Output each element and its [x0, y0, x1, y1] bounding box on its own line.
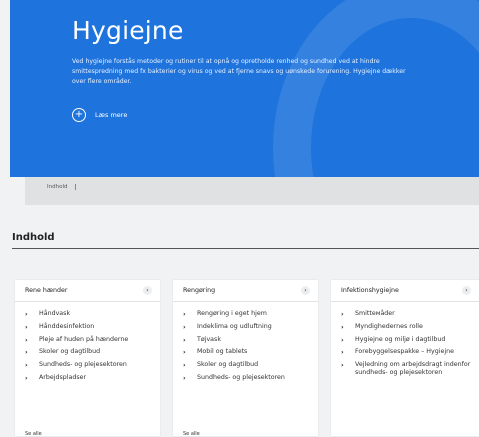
chevron-right-icon: › [25, 373, 28, 382]
list-item[interactable]: › Rengøring i eget hjem [183, 310, 312, 318]
list-item-label: Hånddesinfektion [39, 322, 95, 330]
chevron-right-icon: › [25, 348, 28, 357]
list-item-label: Indeklima og udluftning [197, 322, 272, 330]
list-item-label: Myndighedernes rolle [355, 322, 423, 330]
card-infektionshygiejne: Infektionshygiejne › › Smitteмåder › Myndi… [331, 280, 479, 436]
card-title: Infektionshygiejne [341, 287, 399, 294]
list-item[interactable]: › Hygiejne og miljø i dagtilbud [341, 336, 473, 344]
card-link-list: › Håndvask › Hånddesinfektion › Pleje af hu… [15, 310, 160, 382]
list-item-label: Forebyggelsespakke – Hygiejne [355, 348, 454, 356]
card-link-list: › Rengøring i eget hjem › Indeklima og udl… [173, 310, 318, 382]
list-item-label: Mobil og tablets [197, 348, 248, 356]
list-item[interactable]: › Forebyggelsespakke – Hygiejne [341, 348, 473, 356]
list-item[interactable]: › Hånddesinfektion [25, 323, 154, 331]
card-title: Rene hænder [25, 287, 68, 294]
plus-circle-icon: + [72, 108, 86, 122]
card-title: Rengøring [183, 287, 216, 294]
list-item-label: Sundheds- og plejesektoren [39, 361, 127, 369]
decorative-ring [273, 0, 479, 177]
list-item-label: Tøjvask [197, 335, 221, 343]
section-title: Indhold [12, 232, 55, 243]
list-item[interactable]: › Sundheds- og plejesektoren [183, 374, 312, 382]
card-rene-haender: Rene hænder › › Håndvask › Hånddesinfektio… [15, 280, 160, 437]
list-item[interactable]: › Håndvask [25, 310, 154, 318]
breadcrumb-bar: Indhold [25, 177, 479, 205]
chevron-right-icon: › [183, 310, 186, 318]
card-rengoering: Rengøring › › Rengøring i eget hjem › Inde… [173, 280, 318, 437]
list-item[interactable]: › Skoler og dagtilbud [183, 361, 312, 369]
see-all-link[interactable]: Se alle [25, 431, 42, 437]
see-all-link[interactable]: Se alle [183, 431, 200, 437]
chevron-right-icon: › [341, 361, 344, 370]
card-header[interactable]: Infektionshygiejne › [331, 280, 479, 302]
chevron-right-icon: › [183, 335, 186, 344]
list-item-label: Rengøring i eget hjem [197, 310, 267, 317]
list-item[interactable]: › Indeklima og udluftning [183, 323, 312, 331]
list-item[interactable]: › Tøjvask [183, 336, 312, 344]
chevron-right-icon: › [25, 361, 28, 370]
hero-description: Ved hygiejne forstås metoder og rutiner … [72, 58, 406, 85]
card-header[interactable]: Rene hænder › [15, 280, 160, 302]
list-item[interactable]: › Sundheds- og plejesektoren [25, 361, 154, 369]
chevron-right-icon[interactable]: › [143, 286, 152, 295]
list-item-label: Pleje af huden på hænderne [39, 335, 129, 343]
chevron-right-icon: › [183, 348, 186, 357]
chevron-right-icon: › [25, 310, 28, 318]
list-item-label: Skoler og dagtilbud [39, 348, 101, 356]
list-item-label: Smitteмåder [355, 310, 395, 317]
card-header[interactable]: Rengøring › [173, 280, 318, 302]
page-title: Hygiejne [72, 16, 184, 45]
chevron-right-icon: › [341, 322, 344, 331]
list-item-label: Skoler og dagtilbud [197, 361, 259, 369]
chevron-right-icon: › [183, 322, 186, 331]
breadcrumb-item[interactable]: Indhold [47, 184, 77, 190]
list-item-label: Hygiejne og miljø i dagtilbud [355, 335, 446, 343]
list-item[interactable]: › Myndighedernes rolle [341, 323, 473, 331]
list-item[interactable]: › Skoler og dagtilbud [25, 348, 154, 356]
chevron-right-icon: › [25, 335, 28, 344]
chevron-right-icon: › [341, 310, 344, 318]
read-more-label: Læs mere [95, 111, 128, 119]
chevron-right-icon[interactable]: › [462, 286, 471, 295]
list-item[interactable]: › Vejledning om arbejdsdragt indenfor sun… [341, 361, 473, 377]
chevron-right-icon: › [341, 335, 344, 344]
section-divider [12, 248, 479, 249]
list-item-label: Håndvask [39, 310, 71, 317]
list-item-label: Sundheds- og plejesektoren [197, 373, 285, 381]
chevron-right-icon: › [25, 322, 28, 331]
list-item[interactable]: › Smitteмåder [341, 310, 473, 318]
card-link-list: › Smitteмåder › Myndighedernes rolle › Hygi… [331, 310, 479, 377]
chevron-right-icon: › [183, 373, 186, 382]
list-item[interactable]: › Arbejdspladser [25, 374, 154, 382]
list-item-label: Vejledning om arbejdsdragt indenfor sund… [355, 361, 471, 377]
list-item-label: Arbejdspladser [39, 373, 87, 381]
chevron-right-icon[interactable]: › [301, 286, 310, 295]
chevron-right-icon: › [341, 348, 344, 357]
list-item[interactable]: › Mobil og tablets [183, 348, 312, 356]
chevron-right-icon: › [183, 361, 186, 370]
list-item[interactable]: › Pleje af huden på hænderne [25, 336, 154, 344]
read-more-button[interactable]: + Læs mere [72, 108, 127, 122]
hero-banner: Hygiejne Ved hygiejne forstås metoder og… [10, 0, 479, 177]
